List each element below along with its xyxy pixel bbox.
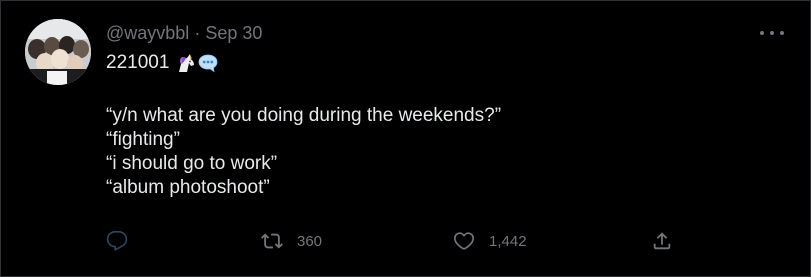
more-options-icon[interactable] bbox=[760, 23, 784, 43]
retweet-count: 360 bbox=[297, 232, 323, 250]
heart-icon bbox=[454, 232, 474, 250]
speech-balloon-emoji bbox=[197, 52, 219, 74]
tweet-first-line: 221001 bbox=[106, 50, 501, 76]
reply-button[interactable] bbox=[106, 228, 128, 254]
tweet-line: “y/n what are you doing during the weeke… bbox=[106, 105, 502, 126]
tweet-text: 221001 “y/n what are you doing during th… bbox=[106, 50, 501, 200]
tweet-header: @wayvbbl · Sep 30 bbox=[106, 21, 262, 45]
avatar[interactable] bbox=[25, 19, 91, 85]
retweet-button[interactable]: 360 bbox=[261, 228, 322, 254]
reply-icon bbox=[106, 231, 128, 251]
header-separator: · bbox=[194, 23, 201, 43]
tweet-card[interactable]: @wayvbbl · Sep 30 221001 “y/n what are y… bbox=[0, 0, 811, 277]
tweet-body: “y/n what are you doing during the weeke… bbox=[106, 104, 501, 200]
like-button[interactable]: 1,442 bbox=[453, 228, 527, 254]
like-count: 1,442 bbox=[489, 232, 527, 250]
tweet-actions: 360 1,442 bbox=[106, 228, 696, 254]
tweet-line: “fighting” bbox=[106, 129, 180, 150]
unicorn-emoji bbox=[175, 52, 197, 74]
share-button[interactable] bbox=[651, 228, 673, 254]
user-handle[interactable]: @wayvbbl bbox=[106, 23, 189, 43]
tweet-date-code: 221001 bbox=[106, 52, 170, 73]
tweet-line: “i should go to work” bbox=[106, 153, 278, 174]
retweet-icon bbox=[261, 233, 283, 249]
tweet-date[interactable]: Sep 30 bbox=[205, 23, 262, 43]
share-icon bbox=[653, 232, 671, 250]
tweet-line: “album photoshoot” bbox=[106, 177, 270, 198]
